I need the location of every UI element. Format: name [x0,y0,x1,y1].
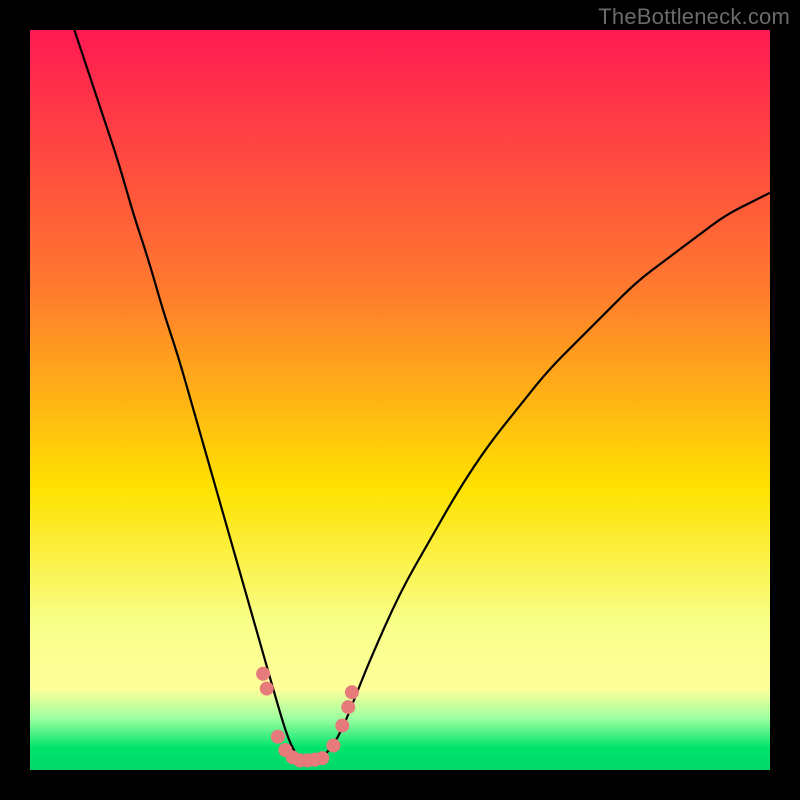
watermark-text: TheBottleneck.com [598,4,790,30]
chart-frame: { "watermark": "TheBottleneck.com", "col… [0,0,800,800]
data-marker [345,685,359,699]
data-marker [335,719,349,733]
data-marker [315,751,329,765]
data-marker [341,700,355,714]
data-marker [256,667,270,681]
data-marker [326,739,340,753]
bottleneck-chart [30,30,770,770]
data-marker [260,682,274,696]
gradient-background [30,30,770,770]
data-marker [271,730,285,744]
